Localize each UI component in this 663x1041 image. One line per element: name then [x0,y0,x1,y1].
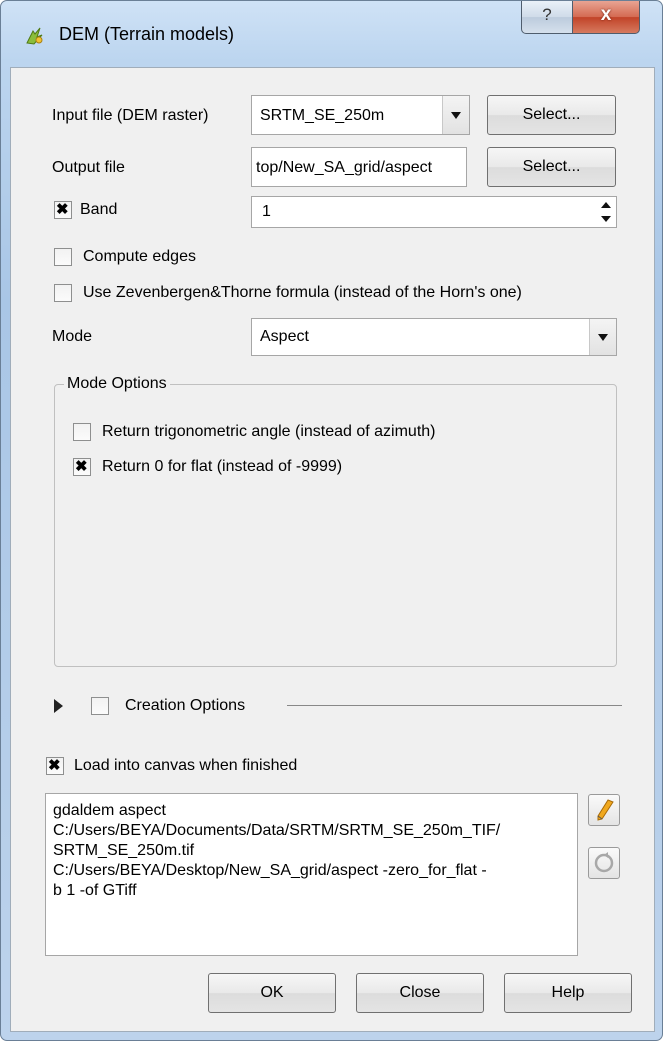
band-label: Band [80,201,118,218]
mode-value: Aspect [260,328,309,345]
close-label: Close [399,984,441,1001]
output-file-value: top/New_SA_grid/aspect [256,159,433,176]
creation-options-checkbox[interactable] [91,697,109,715]
dialog-window: DEM (Terrain models) ? x Input file (DEM… [0,0,663,1041]
output-select-label: Select... [522,158,581,175]
trig-angle-label: Return trigonometric angle (instead of a… [102,423,436,440]
spin-arrows[interactable] [596,197,616,227]
input-select-label: Select... [522,106,581,123]
creation-options-divider [287,705,622,706]
expand-triangle-icon[interactable] [54,699,63,713]
mode-combo[interactable]: Aspect [251,318,617,356]
close-icon: x [600,4,612,25]
close-title-button[interactable]: x [572,1,640,34]
command-textbox[interactable]: gdaldem aspect C:/Users/BEYA/Documents/D… [45,793,578,956]
load-canvas-label: Load into canvas when finished [74,757,298,774]
zevenbergen-label: Use Zevenbergen&Thorne formula (instead … [83,284,522,301]
zero-flat-checkbox[interactable] [73,457,91,476]
input-file-combo[interactable]: SRTM_SE_250m [251,95,470,135]
chevron-down-icon[interactable] [589,319,616,355]
mode-options-title: Mode Options [64,374,170,394]
output-select-button[interactable]: Select... [487,147,616,187]
input-file-value: SRTM_SE_250m [260,107,385,124]
load-canvas-checkbox[interactable] [46,756,64,775]
ok-button[interactable]: OK [208,973,336,1013]
compute-edges-checkbox[interactable] [54,248,72,266]
pencil-icon [597,799,614,821]
help-label: Help [551,984,585,1001]
close-button[interactable]: Close [356,973,484,1013]
qgis-icon [26,27,43,45]
input-file-label: Input file (DEM raster) [52,107,209,124]
creation-options-label: Creation Options [125,697,246,714]
edit-command-button[interactable] [588,794,620,826]
trig-angle-checkbox[interactable] [73,423,91,441]
input-select-button[interactable]: Select... [487,95,616,135]
title-bar[interactable]: DEM (Terrain models) ? x [1,1,662,67]
chevron-down-icon[interactable] [601,216,611,222]
band-value: 1 [262,203,271,220]
zevenbergen-checkbox[interactable] [54,284,72,302]
output-file-label: Output file [52,159,125,176]
mode-label: Mode [52,328,93,345]
help-title-button[interactable]: ? [521,1,573,34]
command-text: gdaldem aspect C:/Users/BEYA/Documents/D… [53,802,501,899]
band-checkbox[interactable] [54,200,72,219]
reset-icon [594,852,614,873]
zero-flat-label: Return 0 for flat (instead of -9999) [102,458,343,475]
help-button[interactable]: Help [504,973,632,1013]
ok-label: OK [260,984,284,1001]
dialog-body: Input file (DEM raster) SRTM_SE_250m Sel… [10,67,655,1032]
chevron-down-icon[interactable] [442,96,469,134]
band-spinbox[interactable]: 1 [251,196,617,228]
help-icon: ? [542,5,552,24]
output-file-field[interactable]: top/New_SA_grid/aspect [251,147,467,187]
compute-edges-label: Compute edges [83,248,196,265]
window-title: DEM (Terrain models) [59,24,235,44]
chevron-up-icon[interactable] [601,202,611,208]
reset-command-button[interactable] [588,847,620,879]
